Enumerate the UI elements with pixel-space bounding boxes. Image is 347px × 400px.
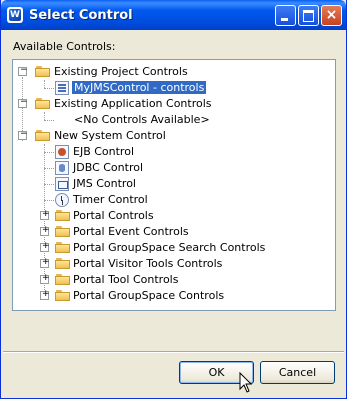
tree-node-label: JDBC Control — [73, 161, 144, 174]
collapse-icon[interactable]: − — [18, 129, 28, 140]
cancel-button[interactable]: Cancel — [260, 361, 335, 384]
tree-node-label: Portal GroupSpace Controls — [73, 289, 225, 302]
folder-icon — [55, 226, 71, 238]
tree-node-timer-control[interactable]: Timer Control — [13, 192, 333, 208]
tree-node-label: Existing Project Controls — [54, 65, 188, 78]
tree-node-label: Existing Application Controls — [54, 97, 212, 110]
folder-icon — [55, 290, 71, 302]
folder-open-icon — [35, 66, 51, 78]
app-icon: W — [7, 7, 23, 23]
collapse-icon[interactable]: − — [18, 97, 28, 108]
window-title: Select Control — [29, 8, 133, 23]
available-controls-label: Available Controls: — [13, 40, 116, 53]
jms-control-icon — [55, 177, 69, 191]
tree-node-portal-tool-controls[interactable]: + Portal Tool Controls — [13, 272, 333, 288]
timer-control-icon — [55, 193, 69, 207]
select-control-dialog: W Select Control × Available Controls: −… — [0, 0, 347, 399]
controls-tree[interactable]: − Existing Project Controls MyJMSControl… — [12, 59, 336, 311]
folder-icon — [55, 242, 71, 254]
mouse-pointer-icon — [239, 372, 253, 393]
control-file-icon — [55, 81, 69, 95]
tree-node-label: Timer Control — [73, 193, 148, 206]
collapse-icon[interactable]: − — [18, 65, 28, 76]
close-icon: × — [325, 7, 338, 23]
tree-node-ejb-control[interactable]: EJB Control — [13, 144, 333, 160]
tree-node-portal-controls[interactable]: + Portal Controls — [13, 208, 333, 224]
cancel-button-label: Cancel — [278, 366, 317, 379]
tree-node-existing-application-controls[interactable]: − Existing Application Controls — [13, 96, 333, 112]
tree-node-label: Portal Tool Controls — [73, 273, 179, 286]
expand-icon[interactable]: + — [40, 289, 50, 300]
tree-node-new-system-control[interactable]: − New System Control — [13, 128, 333, 144]
maximize-icon — [299, 6, 318, 25]
tree-node-myjmscontrol[interactable]: MyJMSControl - controls — [13, 80, 333, 96]
title-bar[interactable]: W Select Control × — [1, 0, 346, 30]
expand-icon[interactable]: + — [40, 273, 50, 284]
folder-open-icon — [35, 130, 51, 142]
app-icon-letter: W — [10, 10, 20, 20]
minimize-icon — [276, 6, 295, 25]
tree-node-label: <No Controls Available> — [74, 113, 210, 126]
tree-node-label: Portal Event Controls — [73, 225, 189, 238]
tree-node-portal-event-controls[interactable]: + Portal Event Controls — [13, 224, 333, 240]
folder-icon — [55, 210, 71, 222]
ejb-control-icon — [55, 145, 69, 159]
expand-icon[interactable]: + — [40, 225, 50, 236]
jdbc-control-icon — [55, 161, 69, 175]
tree-node-no-controls[interactable]: <No Controls Available> — [13, 112, 333, 128]
tree-node-portal-groupspace-search-controls[interactable]: + Portal GroupSpace Search Controls — [13, 240, 333, 256]
tree-node-label: EJB Control — [73, 145, 134, 158]
tree-node-label: JMS Control — [73, 177, 136, 190]
tree-node-jms-control[interactable]: JMS Control — [13, 176, 333, 192]
close-button[interactable]: × — [321, 5, 342, 26]
tree-node-label: Portal Controls — [73, 209, 154, 222]
tree-node-label-selected: MyJMSControl - controls — [70, 80, 208, 95]
tree-node-label: Portal GroupSpace Search Controls — [73, 241, 266, 254]
minimize-button[interactable] — [275, 5, 296, 26]
tree-node-portal-visitor-tools-controls[interactable]: + Portal Visitor Tools Controls — [13, 256, 333, 272]
tree-node-label: Portal Visitor Tools Controls — [73, 257, 223, 270]
folder-icon — [55, 258, 71, 270]
folder-open-icon — [35, 98, 51, 110]
footer-divider — [3, 351, 344, 353]
tree-node-jdbc-control[interactable]: JDBC Control — [13, 160, 333, 176]
maximize-button[interactable] — [298, 5, 319, 26]
folder-icon — [55, 274, 71, 286]
tree-node-label: New System Control — [54, 129, 166, 142]
ok-button-label: OK — [208, 366, 225, 379]
tree-node-portal-groupspace-controls[interactable]: + Portal GroupSpace Controls — [13, 288, 333, 304]
tree-node-existing-project-controls[interactable]: − Existing Project Controls — [13, 64, 333, 80]
expand-icon[interactable]: + — [40, 241, 50, 252]
expand-icon[interactable]: + — [40, 257, 50, 268]
expand-icon[interactable]: + — [40, 209, 50, 220]
